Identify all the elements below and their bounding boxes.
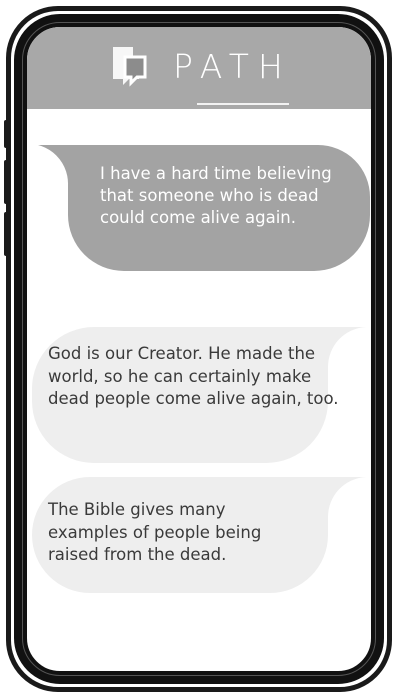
message-bubble-2: God is our Creator. He made the world, s… [32, 327, 366, 463]
message-text-2: God is our Creator. He made the world, s… [48, 344, 339, 408]
path-logo-icon [113, 47, 147, 87]
phone-side-button [4, 120, 8, 148]
message-text-1: I have a hard time believing that someon… [100, 164, 332, 227]
message-bubble-1: I have a hard time believing that someon… [18, 145, 370, 271]
message-text-3: The Bible gives many examples of people … [48, 500, 262, 564]
message-bubble-3: The Bible gives many examples of people … [32, 477, 366, 593]
app-header: PATH [27, 27, 371, 109]
phone-volume-up-button [4, 160, 8, 204]
app-logo-text: PATH [173, 47, 292, 86]
phone-volume-down-button [4, 212, 8, 256]
header-underline [197, 103, 289, 105]
